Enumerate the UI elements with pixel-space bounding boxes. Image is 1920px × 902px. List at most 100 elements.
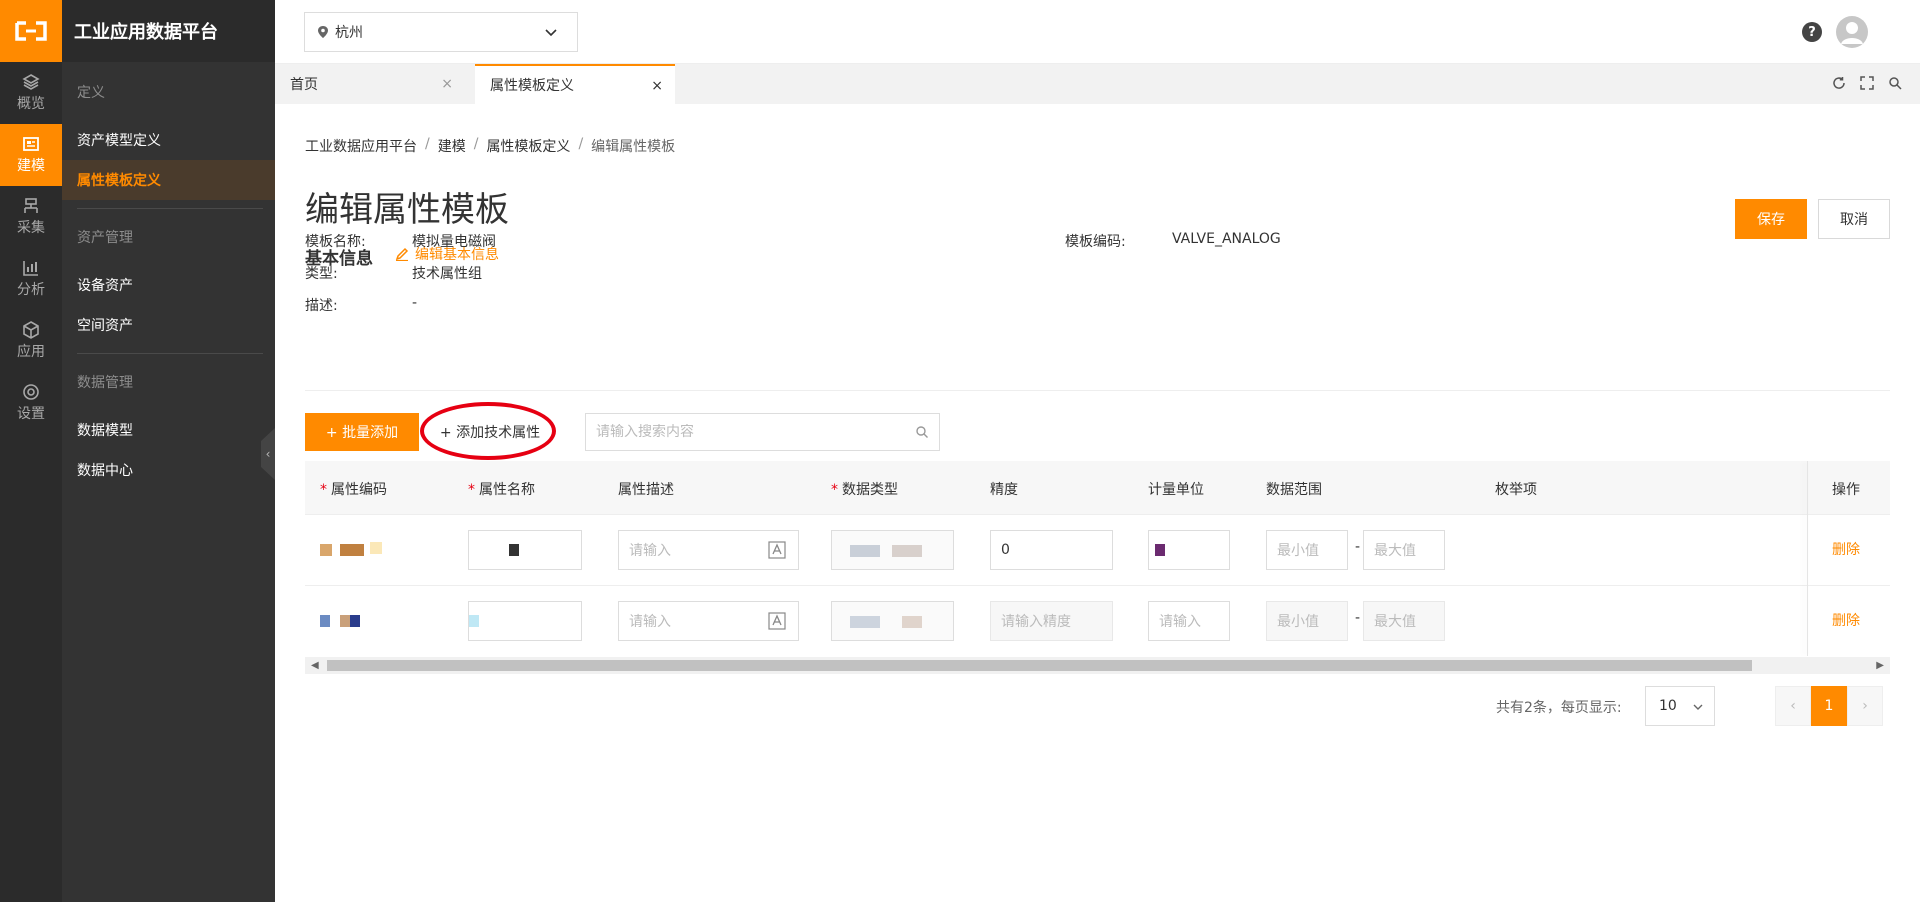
collect-icon xyxy=(24,198,38,213)
app-title: 工业应用数据平台 xyxy=(62,0,275,62)
range-max-input[interactable]: 最大值 xyxy=(1363,601,1445,641)
refresh-icon[interactable] xyxy=(1832,76,1846,90)
th-range: 数据范围 xyxy=(1266,482,1322,498)
blurred-name xyxy=(469,615,479,627)
table-header: * 属性编码 * 属性名称 属性描述 * 数据类型 精度 计量单位 数据范围 枚举项 … xyxy=(305,461,1890,515)
add-tech-attr-button[interactable]: + 添加技术属性 xyxy=(428,413,552,451)
blurred-code xyxy=(350,615,360,627)
scroll-left-icon[interactable]: ◀ xyxy=(311,660,319,671)
attr-name-input[interactable] xyxy=(468,601,582,641)
unit-input[interactable]: 请输入 xyxy=(1148,601,1230,641)
text-format-icon[interactable] xyxy=(768,612,786,630)
delete-link[interactable]: 删除 xyxy=(1832,539,1860,559)
delete-link[interactable]: 删除 xyxy=(1832,610,1860,630)
rail-item-modeling[interactable]: 建模 xyxy=(0,124,62,186)
range-min-input[interactable]: 最小值 xyxy=(1266,601,1348,641)
data-type-select[interactable] xyxy=(831,530,954,570)
scrollbar-thumb[interactable] xyxy=(327,660,1752,671)
tab-label: 首页 xyxy=(290,77,318,93)
prev-page-button[interactable]: ‹ xyxy=(1775,686,1811,726)
sidebar-group-data-mgmt: 数据管理 xyxy=(77,375,133,391)
unit-input[interactable] xyxy=(1148,530,1230,570)
search-input[interactable] xyxy=(596,424,896,440)
rail-label: 建模 xyxy=(17,158,45,174)
next-page-button[interactable]: › xyxy=(1847,686,1883,726)
attr-name-input[interactable] xyxy=(468,530,582,570)
attr-desc-input[interactable]: 请输入 xyxy=(618,601,799,641)
rail-item-apps[interactable]: 应用 xyxy=(0,310,62,372)
fixed-column-shadow xyxy=(1807,461,1808,656)
gear-icon xyxy=(23,384,39,400)
horizontal-scrollbar[interactable]: ◀ ▶ xyxy=(305,657,1890,674)
rail-item-overview[interactable]: 概览 xyxy=(0,62,62,124)
th-desc: 属性描述 xyxy=(618,482,674,498)
th-precision: 精度 xyxy=(990,482,1018,498)
icon-rail: 概览 建模 采集 分析 应用 设置 xyxy=(0,0,62,902)
top-header: 杭州 ? xyxy=(275,0,1920,64)
attr-desc-placeholder: 请输入 xyxy=(629,543,671,559)
model-icon xyxy=(23,137,39,151)
table-row: 请输入 0 最小值 - 最大值 删除 xyxy=(305,515,1890,586)
sidebar-group-definition: 定义 xyxy=(77,85,105,101)
search-box[interactable] xyxy=(585,413,940,451)
rail-item-analysis[interactable]: 分析 xyxy=(0,248,62,310)
layers-icon xyxy=(22,74,40,90)
close-icon[interactable]: × xyxy=(651,78,663,94)
page-button[interactable]: 1 xyxy=(1811,686,1847,726)
chevron-down-icon xyxy=(1693,704,1703,710)
text-format-icon[interactable] xyxy=(768,541,786,559)
attr-desc-input[interactable]: 请输入 xyxy=(618,530,799,570)
sidebar-item-attr-template[interactable]: 属性模板定义 xyxy=(62,160,275,200)
table-row: 请输入 请输入精度 请输入 最小值 - 最大值 删除 xyxy=(305,586,1890,656)
th-unit: 计量单位 xyxy=(1148,482,1204,498)
batch-add-button[interactable]: + 批量添加 xyxy=(305,413,419,451)
close-icon[interactable]: × xyxy=(441,76,453,92)
tab-attr-template[interactable]: 属性模板定义 × xyxy=(475,64,675,104)
th-dtype: * 数据类型 xyxy=(831,482,898,498)
search-icon[interactable] xyxy=(915,425,929,439)
app-logo[interactable] xyxy=(0,0,62,62)
cube-icon xyxy=(23,321,39,339)
rail-item-settings[interactable]: 设置 xyxy=(0,372,62,434)
sidebar-item-space-asset[interactable]: 空间资产 xyxy=(62,305,275,345)
logo-icon xyxy=(15,21,47,41)
scroll-right-icon[interactable]: ▶ xyxy=(1876,660,1884,671)
chevron-left-icon: ‹ xyxy=(265,447,271,461)
search-icon[interactable] xyxy=(1888,76,1902,90)
pagination-total: 共有2条，每页显示: xyxy=(1496,700,1622,716)
blurred-code xyxy=(320,544,332,556)
sidebar: 工业应用数据平台 定义 资产模型定义 属性模板定义 资产管理 设备资产 空间资产… xyxy=(62,0,275,902)
precision-input[interactable]: 0 xyxy=(990,530,1113,570)
help-icon[interactable]: ? xyxy=(1802,22,1822,42)
page-size-value: 10 xyxy=(1659,698,1677,714)
rail-label: 采集 xyxy=(17,220,45,236)
precision-input[interactable]: 请输入精度 xyxy=(990,601,1113,641)
sidebar-divider xyxy=(77,208,263,209)
city-value: 杭州 xyxy=(335,25,363,41)
blurred-dtype xyxy=(850,545,880,557)
tab-home[interactable]: 首页 × xyxy=(275,64,465,104)
sidebar-item-data-center[interactable]: 数据中心 xyxy=(62,450,275,490)
sidebar-group-asset-mgmt: 资产管理 xyxy=(77,230,133,246)
range-min-input[interactable]: 最小值 xyxy=(1266,530,1348,570)
sidebar-item-asset-model[interactable]: 资产模型定义 xyxy=(62,120,275,160)
range-separator: - xyxy=(1355,610,1361,626)
rail-label: 分析 xyxy=(17,282,45,298)
sidebar-divider xyxy=(77,353,263,354)
blurred-dtype xyxy=(902,616,922,628)
fullscreen-icon[interactable] xyxy=(1860,76,1874,90)
range-max-input[interactable]: 最大值 xyxy=(1363,530,1445,570)
page-size-select[interactable]: 10 xyxy=(1645,686,1715,726)
data-type-select[interactable] xyxy=(831,601,954,641)
chevron-down-icon xyxy=(545,29,557,37)
sidebar-item-device-asset[interactable]: 设备资产 xyxy=(62,265,275,305)
city-select[interactable]: 杭州 xyxy=(304,12,578,52)
rail-item-collect[interactable]: 采集 xyxy=(0,186,62,248)
avatar[interactable] xyxy=(1836,16,1868,48)
attr-desc-placeholder: 请输入 xyxy=(629,614,671,630)
sidebar-item-data-model[interactable]: 数据模型 xyxy=(62,410,275,450)
rail-label: 设置 xyxy=(17,406,45,422)
blurred-code xyxy=(370,542,382,554)
th-code: * 属性编码 xyxy=(320,482,387,498)
rail-label: 概览 xyxy=(17,96,45,112)
